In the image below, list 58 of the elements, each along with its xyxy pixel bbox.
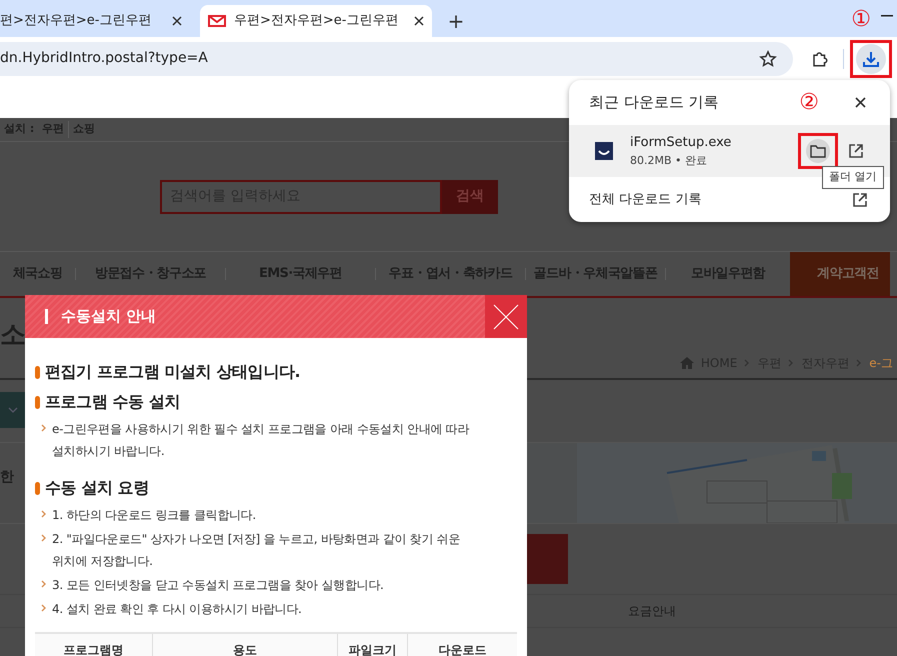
- heading-bullet: [35, 482, 40, 494]
- dropdown-toggle[interactable]: [0, 392, 25, 428]
- tab-title: 우편>전자우편>e-그린우편: [234, 12, 400, 30]
- browser-tab[interactable]: 편>전자우편>e-그린우편: [0, 5, 190, 37]
- instruction-text: 2. "파일다운로드" 상자가 나오면 [저장] 을 누르고, 바탕화면과 같이 찾기 쉬운 위치에 저장합니다.: [52, 531, 462, 570]
- instruction-text: e-그린우편을 사용하시기 위한 필수 설치 프로그램을 아래 수동설치 안내에 따라 설치하시기 바랍니다.: [52, 421, 470, 460]
- chevron-icon: [41, 580, 47, 588]
- download-icon: [862, 50, 880, 68]
- nav-item[interactable]: 계약고객전: [790, 252, 890, 296]
- close-icon: [493, 304, 519, 330]
- chevron-icon: [744, 359, 750, 367]
- breadcrumb-item[interactable]: e-그: [869, 354, 893, 372]
- column-header: 파일크기: [337, 634, 407, 656]
- open-external-icon[interactable]: [848, 143, 864, 159]
- panel-title: 최근 다운로드 기록: [589, 92, 720, 114]
- instruction-text: 1. 하단의 다운로드 링크를 클릭합니다.: [52, 507, 257, 524]
- heading-bullet: [35, 366, 40, 378]
- close-icon[interactable]: [855, 97, 866, 108]
- chevron-icon: [41, 424, 47, 432]
- app-icon: [595, 142, 613, 160]
- annotation-number: ①: [851, 6, 871, 34]
- column-header: 용도: [152, 634, 337, 656]
- home-icon: [680, 357, 694, 369]
- instruction-text: 4. 설치 완료 확인 후 다시 이용하시기 바랍니다.: [52, 601, 303, 618]
- chevron-icon: [41, 534, 47, 542]
- all-downloads-link[interactable]: 전체 다운로드 기록: [589, 190, 852, 210]
- section-heading: 수동 설치 요령: [45, 477, 149, 499]
- address-bar[interactable]: dn.HybridIntro.postal?type=A: [0, 42, 793, 76]
- section-heading: 편집기 프로그램 미설치 상태입니다.: [45, 361, 300, 383]
- folder-icon: [810, 144, 826, 158]
- new-tab-button[interactable]: +: [436, 5, 476, 37]
- chevron-icon: [856, 359, 862, 367]
- dialog-title: 수동설치 안내: [61, 306, 158, 328]
- instruction-text: 3. 모든 인터넷창을 닫고 수동설치 프로그램을 찾아 실행합니다.: [52, 577, 384, 594]
- minimize-icon[interactable]: [881, 14, 893, 16]
- url-text: dn.HybridIntro.postal?type=A: [0, 49, 209, 68]
- chevron-icon: [41, 604, 47, 612]
- annotation-number: ②: [799, 89, 819, 117]
- chevron-down-icon: [8, 407, 18, 413]
- heading-bullet: [35, 396, 40, 408]
- tab-title: 편>전자우편>e-그린우편: [0, 12, 152, 30]
- puzzle-icon[interactable]: [811, 50, 829, 68]
- star-icon[interactable]: [759, 50, 777, 68]
- file-name: iFormSetup.exe: [630, 134, 732, 152]
- download-button[interactable]: [850, 40, 892, 78]
- envelope-icon: [208, 14, 226, 28]
- browser-tab[interactable]: 우편>전자우편>e-그린우편: [200, 5, 432, 37]
- column-header: 프로그램명: [62, 642, 124, 656]
- open-external-icon[interactable]: [852, 192, 868, 208]
- close-button[interactable]: [485, 295, 527, 338]
- close-icon[interactable]: [172, 16, 182, 26]
- close-icon[interactable]: [414, 16, 424, 26]
- column-header: 다운로드: [407, 634, 517, 656]
- chevron-icon: [788, 359, 794, 367]
- tooltip: 폴더 열기: [822, 166, 884, 188]
- section-heading: 프로그램 수동 설치: [45, 391, 180, 413]
- file-details: 80.2MB • 완료: [630, 152, 708, 168]
- chevron-icon: [41, 510, 47, 518]
